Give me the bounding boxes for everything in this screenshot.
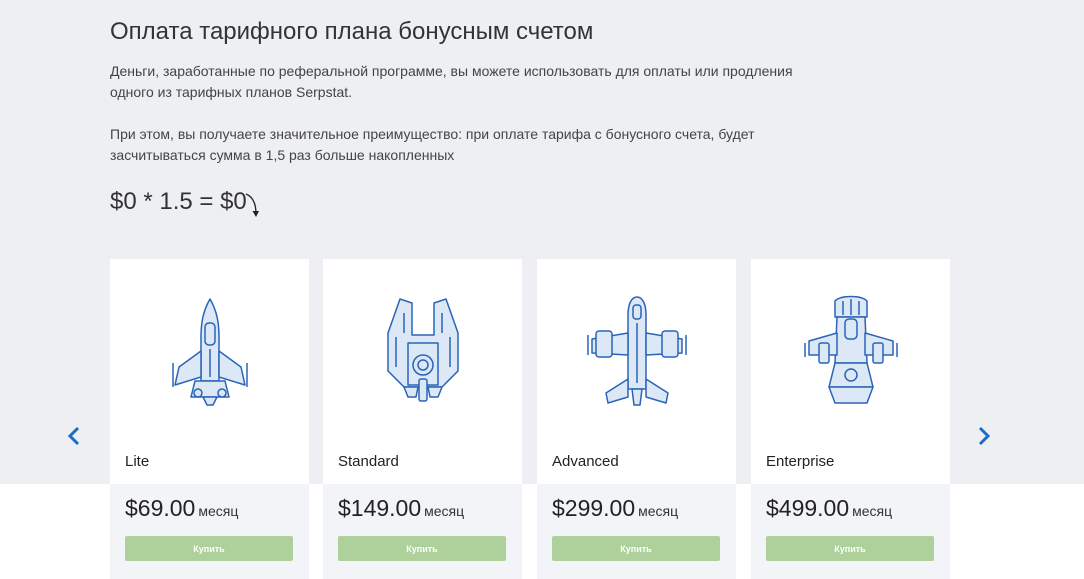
plan-card-advanced: Advanced $299.00 месяц Купить [537, 259, 736, 579]
carousel-prev-button[interactable] [62, 424, 86, 448]
chevron-right-icon [978, 426, 991, 446]
plan-price: $149.00 [338, 495, 422, 521]
buy-button-lite[interactable]: Купить [125, 536, 293, 561]
buy-button-enterprise[interactable]: Купить [766, 536, 934, 561]
plan-name: Enterprise [766, 453, 835, 470]
plan-name: Standard [338, 453, 399, 470]
plan-period: месяц [198, 503, 239, 519]
buy-button-standard[interactable]: Купить [338, 536, 506, 561]
plan-period: месяц [424, 503, 465, 519]
curved-arrow-icon [245, 193, 259, 217]
description-paragraph-2: При этом, вы получаете значительное преи… [110, 126, 755, 163]
plan-card-enterprise: Enterprise $499.00 месяц Купить [751, 259, 950, 579]
buy-button-advanced[interactable]: Купить [552, 536, 720, 561]
plan-name: Lite [125, 453, 150, 470]
rocket-advanced-icon [586, 295, 687, 406]
plan-card-standard: Standard $149.00 месяц Купить [323, 259, 522, 579]
plan-price: $69.00 [125, 495, 196, 521]
bonus-formula: $0 * 1.5 = $0 [110, 188, 247, 215]
rocket-lite-icon [171, 297, 248, 406]
description-paragraph-1: Деньги, заработанные по реферальной прог… [110, 63, 793, 100]
plan-price: $499.00 [766, 495, 850, 521]
rocket-standard-icon [386, 297, 459, 402]
plan-period: месяц [638, 503, 679, 519]
rocket-enterprise-icon [803, 295, 898, 404]
plan-card-lite: Lite $69.00 месяц Купить [110, 259, 309, 579]
plan-period: месяц [852, 503, 893, 519]
carousel-next-button[interactable] [972, 424, 996, 448]
plan-price: $299.00 [552, 495, 636, 521]
chevron-left-icon [67, 426, 80, 446]
page-title: Оплата тарифного плана бонусным счетом [110, 18, 594, 45]
plan-name: Advanced [552, 453, 619, 470]
